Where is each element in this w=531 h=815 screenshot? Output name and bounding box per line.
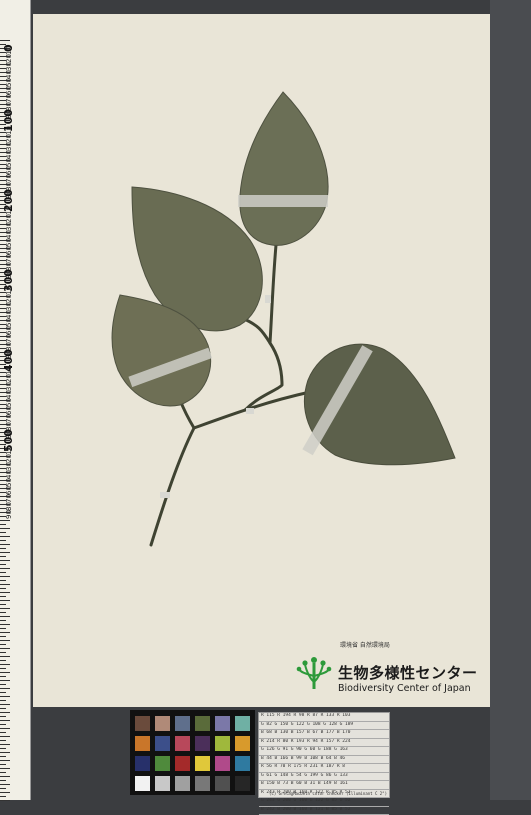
- color-swatch: [195, 756, 210, 771]
- color-swatch: [215, 716, 230, 731]
- color-swatch: [155, 776, 170, 791]
- reference-row: B 242 B 200 B 160 B 121 B 85 B 52: [259, 807, 389, 815]
- color-swatch: [235, 716, 250, 731]
- color-swatch: [215, 736, 230, 751]
- scanner-background: [490, 0, 531, 800]
- color-swatch: [155, 736, 170, 751]
- color-swatch: [215, 756, 230, 771]
- reference-row: R 56 R 70 R 175 R 231 R 187 R 8: [259, 764, 389, 773]
- reference-row: G 243 G 200 G 160 G 122 G 85 G 52: [259, 798, 389, 807]
- institution-name-jp: 生物多様性センター: [338, 662, 478, 683]
- color-swatch: [175, 776, 190, 791]
- color-swatch: [235, 756, 250, 771]
- reference-row: B 150 B 73 B 60 B 31 B 149 B 161: [259, 781, 389, 790]
- reference-row: R 214 R 80 R 193 R 94 R 157 R 224: [259, 739, 389, 748]
- reference-footer: (c) GretagMacbeth color checker (Illumin…: [269, 791, 387, 796]
- institution-name-en: Biodiversity Center of Japan: [338, 683, 471, 694]
- color-checker-chart: [130, 710, 255, 795]
- leaf-right: [302, 344, 455, 465]
- reference-row: G 61 G 148 G 54 G 199 G 86 G 133: [259, 773, 389, 782]
- reference-row: B 44 B 166 B 99 B 108 B 64 B 46: [259, 756, 389, 765]
- color-swatch: [135, 716, 150, 731]
- color-swatch: [195, 716, 210, 731]
- color-swatch: [135, 776, 150, 791]
- leaf-top: [238, 92, 328, 245]
- ruler-tick: [0, 800, 10, 801]
- color-reference-table: R 115 R 194 R 98 R 87 R 133 R 103G 82 G …: [258, 712, 390, 798]
- ministry-label: 環境省 自然環境局: [340, 640, 390, 649]
- color-swatch: [195, 736, 210, 751]
- reference-row: G 126 G 91 G 90 G 60 G 188 G 163: [259, 747, 389, 756]
- color-swatch: [175, 756, 190, 771]
- color-swatch: [155, 716, 170, 731]
- reference-row: G 82 G 150 G 122 G 108 G 128 G 189: [259, 722, 389, 731]
- color-swatch: [155, 756, 170, 771]
- color-swatch: [215, 776, 230, 791]
- color-swatch: [235, 776, 250, 791]
- reference-row: R 115 R 194 R 98 R 87 R 133 R 103: [259, 713, 389, 722]
- color-swatch: [235, 736, 250, 751]
- color-swatch: [175, 736, 190, 751]
- color-swatch: [175, 716, 190, 731]
- color-swatch: [135, 756, 150, 771]
- biodiversity-logo-icon: [294, 654, 334, 694]
- reference-row: B 68 B 130 B 157 B 67 B 177 B 170: [259, 730, 389, 739]
- color-swatch: [135, 736, 150, 751]
- color-swatch: [195, 776, 210, 791]
